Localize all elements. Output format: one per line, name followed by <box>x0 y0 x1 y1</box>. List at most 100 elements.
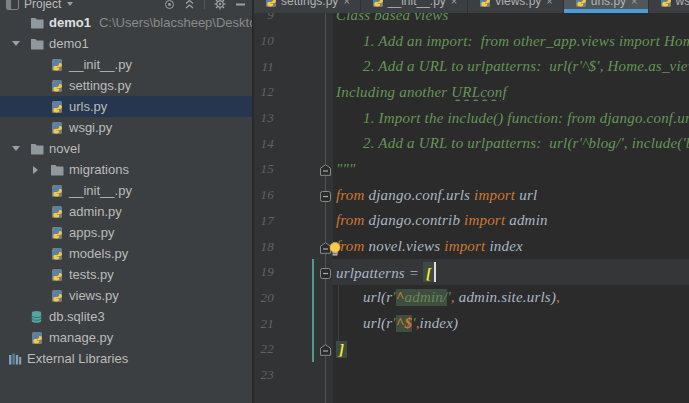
tree-item-__init__.py[interactable]: __init__.py <box>0 54 252 75</box>
python-file-icon <box>50 226 67 240</box>
editor-line-12: 12 Including another URLconf <box>254 80 689 106</box>
code-text[interactable]: ] <box>336 341 689 358</box>
tree-item-demo1[interactable]: demo1C:\Users\blacsheep\Desktop\demo1 <box>0 12 252 33</box>
fold-marker-start[interactable] <box>320 266 331 283</box>
tree-item-models.py[interactable]: models.py <box>0 243 252 264</box>
settings-icon[interactable] <box>214 0 226 10</box>
fold-marker-end[interactable] <box>320 343 331 360</box>
tab-label: wsgi.py <box>676 0 689 8</box>
tab-label: settings.py <box>281 0 338 8</box>
tree-item-manage.py[interactable]: manage.py <box>0 327 252 348</box>
code-text[interactable]: url(r'^admin/', admin.site.urls), <box>336 289 689 306</box>
hide-panel-icon[interactable] <box>235 0 246 10</box>
editor-line-18: 18 from novel.views import index <box>254 234 689 260</box>
line-number: 18 <box>254 239 301 255</box>
tab-settings.py[interactable]: settings.py × <box>254 0 361 13</box>
close-tab-icon[interactable]: × <box>546 0 552 7</box>
tab-urls.py[interactable]: urls.py × <box>564 0 649 13</box>
code-text[interactable]: 1. Import the include() function: from d… <box>336 110 689 127</box>
tree-item-label: admin.py <box>69 204 122 219</box>
close-tab-icon[interactable]: × <box>343 0 349 7</box>
scroll-from-source-icon[interactable] <box>164 0 175 10</box>
python-file-icon <box>478 0 495 8</box>
python-file-icon <box>264 0 281 8</box>
tree-item-settings.py[interactable]: settings.py <box>0 75 252 96</box>
editor-lines: 9Class based views101. Add an import: fr… <box>254 3 689 388</box>
intention-bulb-icon[interactable] <box>328 241 342 257</box>
code-text[interactable]: urlpatterns = [ <box>336 262 689 282</box>
project-tool-window-icon <box>6 0 19 10</box>
change-marker <box>312 259 314 285</box>
python-file-icon <box>30 331 47 345</box>
editor-line-20: 20 url(r'^admin/', admin.site.urls), <box>254 285 689 311</box>
editor-line-21: 21url(r'^$',index) <box>254 311 689 337</box>
library-icon <box>8 352 25 366</box>
tree-item-migrations[interactable]: migrations <box>0 159 252 180</box>
code-text[interactable]: """ <box>336 161 689 178</box>
tree-item-novel[interactable]: novel <box>0 138 252 159</box>
code-text[interactable]: from django.conf.urls import url <box>336 187 689 204</box>
code-text[interactable]: Including another URLconf <box>336 84 689 101</box>
code-text[interactable]: url(r'^$',index) <box>336 315 689 332</box>
python-file-icon <box>574 0 591 8</box>
editor-line-17: 17from django.contrib import admin <box>254 208 689 234</box>
tree-item-label: migrations <box>69 162 129 177</box>
tab-__init__.py[interactable]: __init__.py × <box>361 0 468 13</box>
code-text[interactable]: 1. Add an import: from other_app.views i… <box>336 33 689 50</box>
text-caret <box>434 262 436 282</box>
tree-item-__init__.py[interactable]: __init__.py <box>0 180 252 201</box>
code-text[interactable]: 2. Add a URL to urlpatterns: url(r'^$', … <box>336 58 689 75</box>
close-tab-icon[interactable]: × <box>451 0 457 7</box>
code-text[interactable]: from django.contrib import admin <box>336 212 689 229</box>
line-number: 20 <box>254 290 301 306</box>
tree-item-label: demo1 <box>49 15 91 30</box>
tree-item-label: urls.py <box>69 99 107 114</box>
change-marker <box>312 336 314 362</box>
python-file-icon <box>50 205 67 219</box>
change-marker <box>312 285 314 311</box>
chevron-right-icon[interactable] <box>33 166 38 174</box>
collapse-all-icon[interactable] <box>184 0 195 10</box>
line-number: 12 <box>254 84 301 100</box>
tab-wsgi.py[interactable]: wsgi.py× <box>649 0 689 13</box>
tree-item-label: tests.py <box>69 267 114 282</box>
python-file-icon <box>50 184 67 198</box>
editor-line-16: 16 from django.conf.urls import url <box>254 182 689 208</box>
editor-tabs: settings.py×__init__.py×views.py×urls.py… <box>254 0 689 13</box>
line-number: 16 <box>254 187 301 203</box>
chevron-down-icon[interactable] <box>67 2 73 6</box>
tree-item-urls.py[interactable]: urls.py <box>0 96 252 117</box>
chevron-down-icon[interactable] <box>12 146 20 151</box>
folder-icon <box>30 143 47 155</box>
project-tree: demo1C:\Users\blacsheep\Desktop\demo1dem… <box>0 12 252 369</box>
python-file-icon <box>50 58 67 72</box>
code-text[interactable]: 2. Add a URL to urlpatterns: url(r'^blog… <box>336 135 689 152</box>
tree-item-views.py[interactable]: views.py <box>0 285 252 306</box>
tree-item-label: novel <box>49 141 80 156</box>
tree-item-tests.py[interactable]: tests.py <box>0 264 252 285</box>
tree-item-label: __init__.py <box>69 57 132 72</box>
tree-item-apps.py[interactable]: apps.py <box>0 222 252 243</box>
python-file-icon <box>50 79 67 93</box>
tree-item-wsgi.py[interactable]: wsgi.py <box>0 117 252 138</box>
tree-item-external-libraries[interactable]: External Libraries <box>0 348 252 369</box>
fold-marker-end[interactable] <box>320 163 331 180</box>
tab-label: __init__.py <box>388 0 446 8</box>
folder-icon <box>30 38 47 50</box>
project-panel-title[interactable]: Project <box>24 0 61 11</box>
code-text[interactable]: from novel.views import index <box>336 238 689 255</box>
fold-marker-start[interactable] <box>320 189 331 206</box>
tree-item-label: views.py <box>69 288 119 303</box>
pycharm-window: Project demo1C:\Users\blacsheep\Desktop\… <box>0 0 689 403</box>
line-number: 23 <box>254 367 301 383</box>
tree-item-admin.py[interactable]: admin.py <box>0 201 252 222</box>
tree-item-demo1[interactable]: demo1 <box>0 33 252 54</box>
close-tab-icon[interactable]: × <box>631 0 637 7</box>
tree-item-db.sqlite3[interactable]: db.sqlite3 <box>0 306 252 327</box>
tab-label: views.py <box>495 0 541 8</box>
tab-views.py[interactable]: views.py × <box>468 0 563 13</box>
chevron-down-icon[interactable] <box>12 41 20 46</box>
tree-item-label: __init__.py <box>69 183 132 198</box>
folder-icon <box>50 164 67 176</box>
tab-label: urls.py <box>591 0 626 8</box>
